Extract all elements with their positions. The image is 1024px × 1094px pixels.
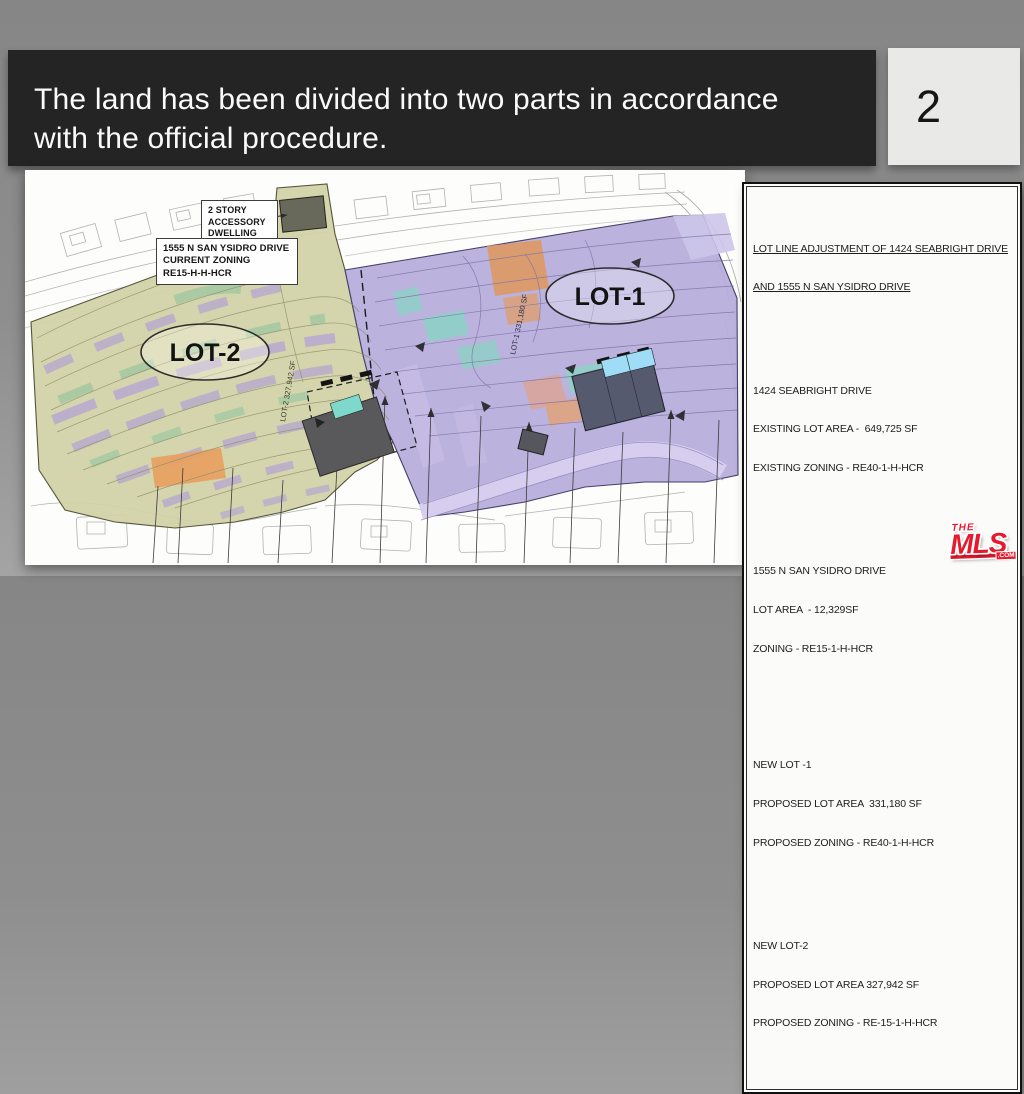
mls-logo: THE MLS .COM bbox=[949, 521, 1006, 559]
callout-line: RE15-H-H-HCR bbox=[163, 268, 291, 280]
info-line: 1555 N SAN YSIDRO DRIVE bbox=[753, 565, 1013, 578]
info-line: NEW LOT -1 bbox=[753, 759, 1013, 772]
callout-line: ACCESSORY bbox=[208, 217, 271, 229]
info-line: PROPOSED LOT AREA 331,180 SF bbox=[753, 798, 1013, 811]
info-section-existing-ysidro: 1555 N SAN YSIDRO DRIVE LOT AREA - 12,32… bbox=[753, 540, 1013, 682]
info-line: PROPOSED ZONING - RE-15-1-H-HCR bbox=[753, 1017, 1013, 1030]
mls-logo-com: .COM bbox=[997, 551, 1016, 559]
callout-line: CURRENT ZONING bbox=[163, 255, 291, 267]
callout-line: 1555 N SAN YSIDRO DRIVE bbox=[163, 243, 291, 255]
title-bar: The land has been divided into two parts… bbox=[8, 50, 876, 166]
info-line: PROPOSED LOT AREA 327,942 SF bbox=[753, 979, 1013, 992]
callout-zoning: 1555 N SAN YSIDRO DRIVE CURRENT ZONING R… bbox=[156, 238, 298, 285]
lot-info-content: LOT LINE ADJUSTMENT OF 1424 SEABRIGHT DR… bbox=[746, 186, 1018, 1090]
survey-map: LOT-2 LOT-1 LOT-1 331,180 SF LOT-2 327,9… bbox=[25, 170, 745, 565]
info-line: 1424 SEABRIGHT DRIVE bbox=[753, 385, 1013, 398]
info-line: NEW LOT-2 bbox=[753, 940, 1013, 953]
lot-info-box: LOT LINE ADJUSTMENT OF 1424 SEABRIGHT DR… bbox=[742, 182, 1022, 1094]
mls-logo-row: MLS .COM bbox=[950, 527, 1007, 558]
info-section-new-lot1: NEW LOT -1 PROPOSED LOT AREA 331,180 SF … bbox=[753, 733, 1013, 875]
info-line: EXISTING ZONING - RE40-1-H-HCR bbox=[753, 462, 1013, 475]
adu-building bbox=[279, 196, 326, 232]
callout-line: 2 STORY bbox=[208, 205, 271, 217]
info-section-new-lot2: NEW LOT-2 PROPOSED LOT AREA 327,942 SF P… bbox=[753, 914, 1013, 1056]
lot-info-title: LOT LINE ADJUSTMENT OF 1424 SEABRIGHT DR… bbox=[753, 217, 1013, 320]
slide-number: 2 bbox=[916, 81, 941, 133]
slide-title: The land has been divided into two parts… bbox=[34, 80, 834, 158]
info-line: AND 1555 N SAN YSIDRO DRIVE bbox=[753, 281, 1013, 294]
info-line: ZONING - RE15-1-H-HCR bbox=[753, 643, 1013, 656]
slide-number-box: 2 bbox=[888, 48, 1020, 165]
lot2-label: LOT-2 bbox=[170, 339, 241, 367]
info-line: PROPOSED ZONING - RE40-1-H-HCR bbox=[753, 837, 1013, 850]
lot1-label: LOT-1 bbox=[575, 283, 646, 311]
info-line: LOT AREA - 12,329SF bbox=[753, 604, 1013, 617]
info-line: LOT LINE ADJUSTMENT OF 1424 SEABRIGHT DR… bbox=[753, 243, 1013, 256]
info-section-existing-seabright: 1424 SEABRIGHT DRIVE EXISTING LOT AREA -… bbox=[753, 359, 1013, 501]
survey-map-panel: LOT-2 LOT-1 LOT-1 331,180 SF LOT-2 327,9… bbox=[25, 170, 745, 565]
info-line: EXISTING LOT AREA - 649,725 SF bbox=[753, 423, 1013, 436]
